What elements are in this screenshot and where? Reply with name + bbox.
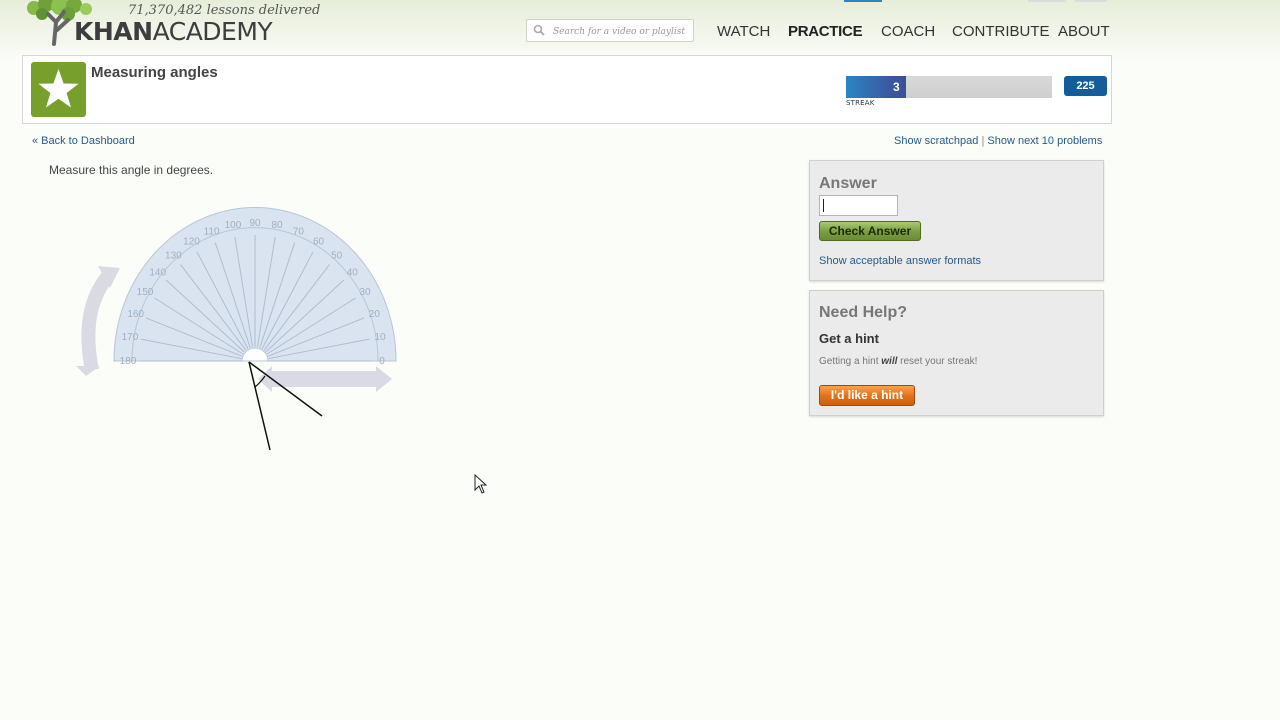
top-tab-strip-2 [1028,0,1066,2]
hint-warning-emphasis: will [881,356,898,367]
brand-wordmark: KHANACADEMY [74,17,273,47]
exercise-badge [31,62,86,117]
search-input[interactable] [551,22,693,41]
protractor-scale-label: 170 [122,332,139,343]
show-scratchpad-link[interactable]: Show scratchpad [894,135,978,147]
show-next-problems-link[interactable]: Show next 10 problems [987,135,1102,147]
streak-label: STREAK [846,99,875,107]
protractor-scale-label: 50 [331,250,343,261]
search-box[interactable] [526,19,694,42]
exercise-title: Measuring angles [91,64,218,81]
hint-button[interactable]: I'd like a hint [819,385,915,406]
protractor-scale-label: 30 [359,287,371,298]
protractor-scale-label: 140 [149,267,166,278]
star-icon [38,69,79,108]
hint-warning-text-2: reset your streak! [897,356,978,367]
protractor-scale-label: 10 [375,332,387,343]
protractor-workspace: 180170160150140130120110100 90 80706050403… [76,207,397,451]
answer-input[interactable] [819,195,898,216]
back-to-dashboard-link[interactable]: « Back to Dashboard [32,135,135,147]
protractor-scale-label: 20 [369,309,381,320]
exercise-header: Measuring angles 3 STREAK 225 [22,55,1112,124]
protractor-scale-label: 110 [204,226,220,237]
help-panel: Need Help? Get a hint Getting a hint wil… [809,290,1104,416]
protractor-scale-label: 130 [165,250,182,261]
protractor-scale-label: 0 [379,356,385,367]
brand-khan: KHAN [74,17,153,46]
hint-warning: Getting a hint will reset your streak! [819,356,977,367]
protractor[interactable]: 180170160150140130120110100 90 80706050403… [113,207,397,367]
khan-academy-logo[interactable]: 71,370,482 lessons delivered KHANACADEMY [24,0,320,50]
protractor-scale-label: 70 [293,226,305,237]
protractor-scale-label: 120 [183,236,200,247]
mouse-cursor-icon [474,474,488,494]
exercise-toolbar-links: Show scratchpad | Show next 10 problems [894,135,1102,147]
protractor-scale-label: 40 [347,267,359,278]
hint-warning-text-1: Getting a hint [819,356,882,367]
energy-points-badge: 225 [1064,76,1107,96]
protractor-scale-label: 60 [313,236,325,247]
protractor-scale-label: 100 [225,220,242,231]
nav-contribute[interactable]: CONTRIBUTE [952,23,1050,40]
streak-count: 3 [893,80,900,94]
answer-panel: Answer Check Answer Show acceptable answ… [809,160,1104,281]
question-text: Measure this angle in degrees. [49,163,214,177]
rotate-arrow-icon[interactable] [76,266,120,376]
streak-bar: 3 [846,76,1052,98]
get-hint-heading: Get a hint [819,331,879,346]
lessons-delivered-counter: 71,370,482 lessons delivered [128,3,321,18]
protractor-scale-label: 80 [271,220,283,231]
brand-academy: ACADEMY [152,17,273,46]
help-panel-title: Need Help? [819,304,908,321]
protractor-scale-label: 160 [127,309,144,320]
answer-panel-title: Answer [819,175,877,192]
check-answer-button[interactable]: Check Answer [819,221,921,241]
top-tab-strip [844,0,882,2]
text-caret [823,199,824,212]
protractor-scale-label: 90 [249,218,261,229]
nav-coach[interactable]: COACH [881,23,935,40]
nav-watch[interactable]: WATCH [717,23,770,40]
protractor-scale-label: 150 [137,287,154,298]
protractor-scale-label: 180 [120,356,137,367]
move-arrow-icon[interactable] [258,366,392,392]
nav-about[interactable]: ABOUT [1058,23,1110,40]
nav-practice[interactable]: PRACTICE [788,23,863,40]
show-answer-formats-link[interactable]: Show acceptable answer formats [819,255,981,267]
link-separator: | [981,135,985,147]
top-tab-strip-3 [1075,0,1107,2]
search-icon [533,24,545,36]
